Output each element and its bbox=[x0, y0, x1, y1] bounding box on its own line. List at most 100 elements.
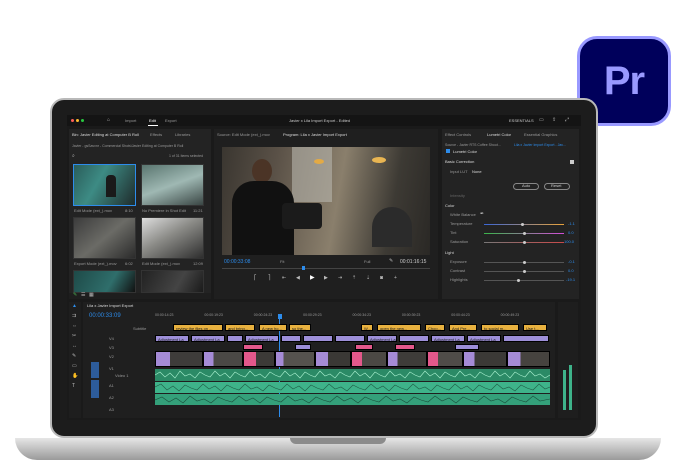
type-tool-icon[interactable]: T bbox=[72, 384, 75, 389]
adjustment-clip[interactable] bbox=[399, 335, 429, 342]
tab-program-monitor[interactable]: Program: Lila x Javier Import Export bbox=[283, 133, 347, 137]
adjustment-clip[interactable]: Adjustment La bbox=[245, 335, 279, 342]
monitor-playhead[interactable] bbox=[302, 266, 305, 270]
razor-tool-icon[interactable]: ✂ bbox=[72, 334, 76, 339]
resolution-select[interactable]: Full bbox=[364, 260, 370, 264]
subtitle-clip[interactable]: review the files on ... bbox=[173, 324, 223, 331]
v2-clip[interactable] bbox=[295, 344, 311, 350]
highlights-slider[interactable] bbox=[484, 280, 564, 281]
input-lut-select[interactable]: None bbox=[472, 170, 482, 174]
program-timecode[interactable]: 00:00:33:08 bbox=[224, 260, 250, 265]
tab-lumetri-color[interactable]: Lumetri Color bbox=[487, 133, 511, 137]
a1-track[interactable] bbox=[155, 369, 550, 381]
home-icon[interactable]: ⌂ bbox=[107, 118, 110, 123]
lumetri-target[interactable]: Lila x Javier Import Export - Jav... bbox=[514, 143, 566, 148]
track-v3[interactable]: V3 bbox=[109, 346, 114, 350]
adjustment-clip[interactable]: Adjustment La bbox=[191, 335, 225, 342]
contrast-knob[interactable] bbox=[523, 270, 526, 273]
track-v2[interactable]: V2 bbox=[109, 355, 114, 359]
fx-toggle[interactable] bbox=[446, 149, 450, 153]
temperature-knob[interactable] bbox=[521, 223, 524, 226]
temperature-value[interactable]: -1.1 bbox=[568, 222, 575, 226]
tint-knob[interactable] bbox=[523, 232, 526, 235]
a3-track[interactable] bbox=[155, 394, 550, 405]
step-back-icon[interactable]: ◀ bbox=[296, 276, 300, 281]
subtitle-clip[interactable]: And Pre... bbox=[449, 324, 477, 331]
pen-tool-icon[interactable]: ✎ bbox=[72, 354, 76, 359]
timeline-tab[interactable]: Lila x Javier Import Export bbox=[87, 304, 133, 308]
search-icon[interactable]: ⌕ bbox=[72, 154, 75, 159]
icon-view-icon[interactable]: ▦ bbox=[89, 293, 94, 298]
tab-libraries[interactable]: Libraries bbox=[175, 133, 190, 137]
video-clip[interactable] bbox=[387, 351, 427, 367]
pencil-icon[interactable]: ✎ bbox=[73, 293, 77, 298]
track-v1[interactable]: V1 bbox=[109, 367, 114, 371]
workspace-menu[interactable]: ESSENTIALS bbox=[509, 119, 534, 123]
clip-thumbnail-6[interactable] bbox=[141, 270, 204, 293]
adjustment-clip[interactable] bbox=[281, 335, 301, 342]
mark-out-icon[interactable]: ⎤ bbox=[268, 276, 271, 281]
step-forward-icon[interactable]: ▶ bbox=[324, 276, 328, 281]
tab-bin[interactable]: Bin: Javier Editing at Computer B Roll bbox=[72, 133, 139, 137]
timeline-timecode[interactable]: 00:00:33:09 bbox=[89, 313, 121, 319]
tab-effect-controls[interactable]: Effect Controls bbox=[445, 133, 471, 137]
lift-icon[interactable]: ⇡ bbox=[352, 276, 356, 281]
highlights-value[interactable]: -19.1 bbox=[566, 278, 575, 282]
track-a1[interactable]: A1 bbox=[109, 384, 114, 388]
clip-thumbnail-2[interactable] bbox=[141, 164, 204, 206]
go-to-out-icon[interactable]: ⇥ bbox=[338, 276, 342, 281]
video-clip[interactable] bbox=[507, 351, 550, 367]
add-button-icon[interactable]: + bbox=[394, 276, 397, 281]
subtitle-clip[interactable]: so the... bbox=[289, 324, 311, 331]
subtitle-clip[interactable]: A new ho... bbox=[259, 324, 287, 331]
tab-source-monitor[interactable]: Source: Edit Mode (ext_).mov bbox=[217, 133, 270, 137]
slip-tool-icon[interactable]: ↔ bbox=[72, 344, 77, 349]
adjustment-clip[interactable]: Adjustment La bbox=[367, 335, 397, 342]
adjustment-clip[interactable] bbox=[335, 335, 365, 342]
share-icon[interactable]: ⇪ bbox=[552, 118, 556, 123]
exposure-knob[interactable] bbox=[523, 261, 526, 264]
subtitle-clip[interactable]: Use t... bbox=[523, 324, 547, 331]
video-clip[interactable] bbox=[275, 351, 315, 367]
clip-thumbnail-4[interactable] bbox=[141, 217, 204, 259]
saturation-value[interactable]: 100.0 bbox=[564, 240, 574, 244]
extract-icon[interactable]: ⇣ bbox=[366, 276, 370, 281]
subtitle-clip[interactable]: W... bbox=[361, 324, 373, 331]
mark-in-icon[interactable]: ⎡ bbox=[254, 276, 257, 281]
selection-tool-icon[interactable]: ▲ bbox=[72, 304, 77, 309]
rectangle-tool-icon[interactable]: ▭ bbox=[72, 364, 77, 369]
source-patch-a1[interactable] bbox=[91, 380, 99, 398]
adjustment-clip[interactable]: Adjustment La bbox=[155, 335, 189, 342]
v2-clip[interactable] bbox=[455, 344, 479, 350]
tab-edit[interactable]: Edit bbox=[149, 119, 156, 123]
go-to-in-icon[interactable]: ⇤ bbox=[282, 276, 286, 281]
section-basic-correction[interactable]: Basic Correction bbox=[445, 160, 474, 164]
timeline-ruler[interactable]: 00:00:14:23 00:00:19:23 00:00:24:23 00:00:2… bbox=[155, 313, 550, 322]
a2-track[interactable] bbox=[155, 382, 550, 393]
track-a2[interactable]: A2 bbox=[109, 396, 114, 400]
v2-clip[interactable] bbox=[395, 344, 415, 350]
wrench-icon[interactable]: ✎ bbox=[389, 259, 393, 264]
tint-value[interactable]: 0.0 bbox=[568, 231, 574, 235]
hand-tool-icon[interactable]: ✋ bbox=[72, 374, 78, 379]
video-clip[interactable] bbox=[351, 351, 387, 367]
clip-thumbnail-1[interactable] bbox=[73, 164, 136, 206]
subtitle-clip[interactable]: open the new... bbox=[377, 324, 421, 331]
subtitle-clip[interactable]: Choo... bbox=[425, 324, 445, 331]
effect-select[interactable]: Lumetri Color bbox=[453, 150, 477, 154]
close-dot[interactable] bbox=[71, 119, 74, 122]
video-clip[interactable] bbox=[155, 351, 203, 367]
ripple-edit-tool-icon[interactable]: ⇔ bbox=[72, 324, 77, 329]
saturation-knob[interactable] bbox=[523, 241, 526, 244]
subtitle-clip[interactable]: and bring... bbox=[225, 324, 255, 331]
adjustment-clip[interactable] bbox=[303, 335, 333, 342]
fullscreen-icon[interactable]: ⤢ bbox=[565, 118, 569, 123]
section-light[interactable]: Light bbox=[445, 251, 454, 255]
video-clip[interactable] bbox=[203, 351, 243, 367]
tab-effects[interactable]: Effects bbox=[150, 133, 162, 137]
list-view-icon[interactable]: ☰ bbox=[81, 293, 85, 298]
monitor-scrubber[interactable] bbox=[222, 268, 430, 269]
quick-export-icon[interactable]: ▭ bbox=[539, 118, 544, 123]
highlights-knob[interactable] bbox=[517, 279, 520, 282]
temperature-slider[interactable] bbox=[484, 224, 564, 225]
